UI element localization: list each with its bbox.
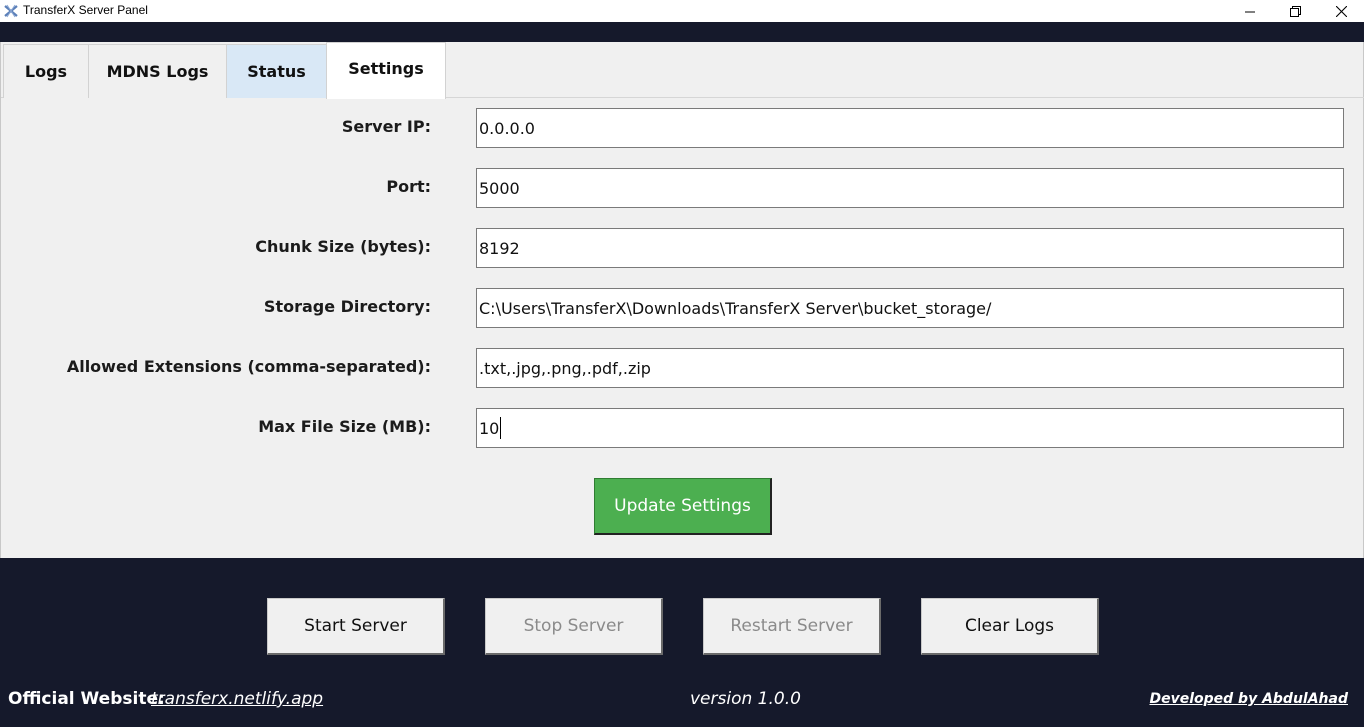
stop-server-button[interactable]: Stop Server	[485, 598, 663, 655]
transferx-logo-icon	[3, 3, 19, 19]
version-text: version 1.0.0	[690, 689, 801, 709]
update-settings-button[interactable]: Update Settings	[594, 478, 772, 535]
settings-panel: Logs MDNS Logs Status Settings Server IP…	[0, 42, 1364, 558]
close-icon	[1335, 2, 1347, 21]
server-ip-value: 0.0.0.0	[479, 118, 535, 138]
allowed-extensions-value: .txt,.jpg,.png,.pdf,.zip	[479, 358, 651, 378]
chunk-size-label: Chunk Size (bytes):	[255, 237, 431, 256]
tab-bar: Logs MDNS Logs Status Settings	[1, 42, 1364, 99]
chunk-size-input[interactable]: 8192	[476, 228, 1344, 268]
server-ip-input[interactable]: 0.0.0.0	[476, 108, 1344, 148]
chunk-size-value: 8192	[479, 238, 520, 258]
minimize-button[interactable]	[1227, 0, 1273, 22]
official-website-label: Official Website:	[8, 689, 165, 709]
tab-settings[interactable]: Settings	[326, 42, 446, 99]
title-bar: TransferX Server Panel	[0, 0, 1364, 22]
port-label: Port:	[386, 177, 431, 196]
storage-directory-value: C:\Users\TransferX\Downloads\TransferX S…	[479, 298, 992, 318]
max-file-size-label: Max File Size (MB):	[258, 417, 431, 436]
restore-button[interactable]	[1272, 0, 1318, 22]
tab-mdns-logs[interactable]: MDNS Logs	[88, 44, 227, 98]
header-strip	[0, 22, 1364, 42]
close-button[interactable]	[1318, 0, 1364, 22]
restore-icon	[1289, 2, 1301, 21]
max-file-size-value: 10	[479, 418, 500, 438]
minimize-icon	[1245, 2, 1255, 21]
tab-status[interactable]: Status	[226, 44, 327, 98]
max-file-size-input[interactable]: 10	[476, 408, 1344, 448]
port-value: 5000	[479, 178, 520, 198]
text-caret	[500, 417, 502, 439]
storage-directory-input[interactable]: C:\Users\TransferX\Downloads\TransferX S…	[476, 288, 1344, 328]
developer-link[interactable]: Developed by AbdulAhad	[1149, 691, 1348, 707]
tab-logs[interactable]: Logs	[3, 44, 89, 98]
storage-directory-label: Storage Directory:	[263, 297, 431, 316]
allowed-extensions-input[interactable]: .txt,.jpg,.png,.pdf,.zip	[476, 348, 1344, 388]
window-title: TransferX Server Panel	[23, 3, 148, 17]
server-ip-label: Server IP:	[341, 117, 431, 136]
port-input[interactable]: 5000	[476, 168, 1344, 208]
restart-server-button[interactable]: Restart Server	[703, 598, 881, 655]
allowed-extensions-label: Allowed Extensions (comma-separated):	[66, 357, 431, 376]
official-website-link[interactable]: transferx.netlify.app	[151, 689, 323, 709]
clear-logs-button[interactable]: Clear Logs	[921, 598, 1099, 655]
start-server-button[interactable]: Start Server	[267, 598, 445, 655]
